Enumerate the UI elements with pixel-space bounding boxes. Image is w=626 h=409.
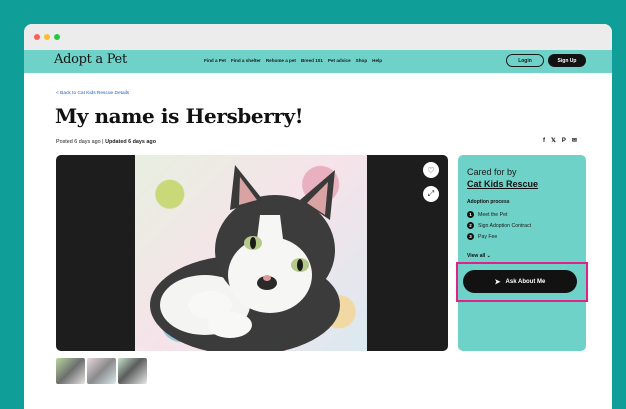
nav-link-shop[interactable]: Shop	[356, 58, 367, 63]
step-number: 3	[467, 233, 474, 240]
adoption-steps: 1 Meet the Pet 2 Sign Adoption Contract …	[467, 211, 531, 244]
ask-about-me-label: Ask About Me	[505, 278, 546, 285]
cat-illustration	[150, 165, 340, 351]
nav-link-rehome-a-pet[interactable]: Rehome a pet	[266, 58, 296, 63]
cared-by-label: Cared for by	[467, 167, 517, 177]
step-number: 2	[467, 222, 474, 229]
nav-link-help[interactable]: Help	[372, 58, 382, 63]
adoption-process-title: Adoption process	[467, 199, 510, 205]
site-logo[interactable]: Adopt a Pet	[54, 52, 127, 67]
login-button[interactable]: Login	[506, 54, 544, 67]
close-window-dot[interactable]	[34, 34, 40, 40]
maximize-window-dot[interactable]	[54, 34, 60, 40]
nav-links: Find a Pet Find a shelter Rehome a pet B…	[204, 58, 382, 63]
expand-icon[interactable]: ⤢	[423, 186, 439, 202]
rescue-name-link[interactable]: Cat Kids Rescue	[467, 179, 538, 189]
pet-photo-panel: ♡ ⤢	[56, 155, 448, 351]
facebook-icon[interactable]: f	[543, 138, 545, 144]
nav-link-find-a-shelter[interactable]: Find a shelter	[231, 58, 261, 63]
back-link[interactable]: < Back to Cat Kids Rescue Details	[56, 91, 129, 96]
adoption-step: 1 Meet the Pet	[467, 211, 531, 218]
thumbnail-1[interactable]	[56, 358, 85, 384]
twitter-icon[interactable]: 𝕏	[551, 137, 556, 144]
nav-link-pet-advice[interactable]: Pet advice	[328, 58, 351, 63]
adoption-step: 3 Pay Fee	[467, 233, 531, 240]
posted-separator: |	[102, 139, 104, 145]
minimize-window-dot[interactable]	[44, 34, 50, 40]
send-icon: ➤	[494, 278, 501, 286]
cared-by-card: Cared for by Cat Kids Rescue Adoption pr…	[458, 155, 586, 351]
thumbnail-strip	[56, 358, 147, 384]
updated-text: Updated 6 days ago	[105, 139, 156, 145]
view-all-link[interactable]: View all ⌄	[467, 253, 491, 259]
step-number: 1	[467, 211, 474, 218]
thumbnail-3[interactable]	[118, 358, 147, 384]
favorite-heart-icon[interactable]: ♡	[423, 162, 439, 178]
pinterest-icon[interactable]: P	[562, 138, 566, 144]
pet-photo[interactable]	[135, 155, 367, 351]
page-title: My name is Hersberry!	[55, 104, 304, 128]
posted-text: Posted 6 days ago	[56, 139, 101, 145]
email-icon[interactable]: ✉	[572, 137, 577, 144]
step-label: Sign Adoption Contract	[478, 222, 532, 229]
thumbnail-2[interactable]	[87, 358, 116, 384]
share-bar: f 𝕏 P ✉	[543, 137, 577, 145]
signup-button[interactable]: Sign Up	[548, 54, 586, 67]
nav-link-find-a-pet[interactable]: Find a Pet	[204, 58, 226, 63]
ask-about-me-button[interactable]: ➤ Ask About Me	[463, 270, 577, 293]
window-titlebar	[24, 24, 612, 50]
posted-info: Posted 6 days ago | Updated 6 days ago	[56, 139, 156, 145]
nav-link-breed-101[interactable]: Breed 101	[301, 58, 323, 63]
step-label: Meet the Pet	[478, 211, 508, 218]
step-label: Pay Fee	[478, 233, 498, 240]
adoption-step: 2 Sign Adoption Contract	[467, 222, 531, 229]
